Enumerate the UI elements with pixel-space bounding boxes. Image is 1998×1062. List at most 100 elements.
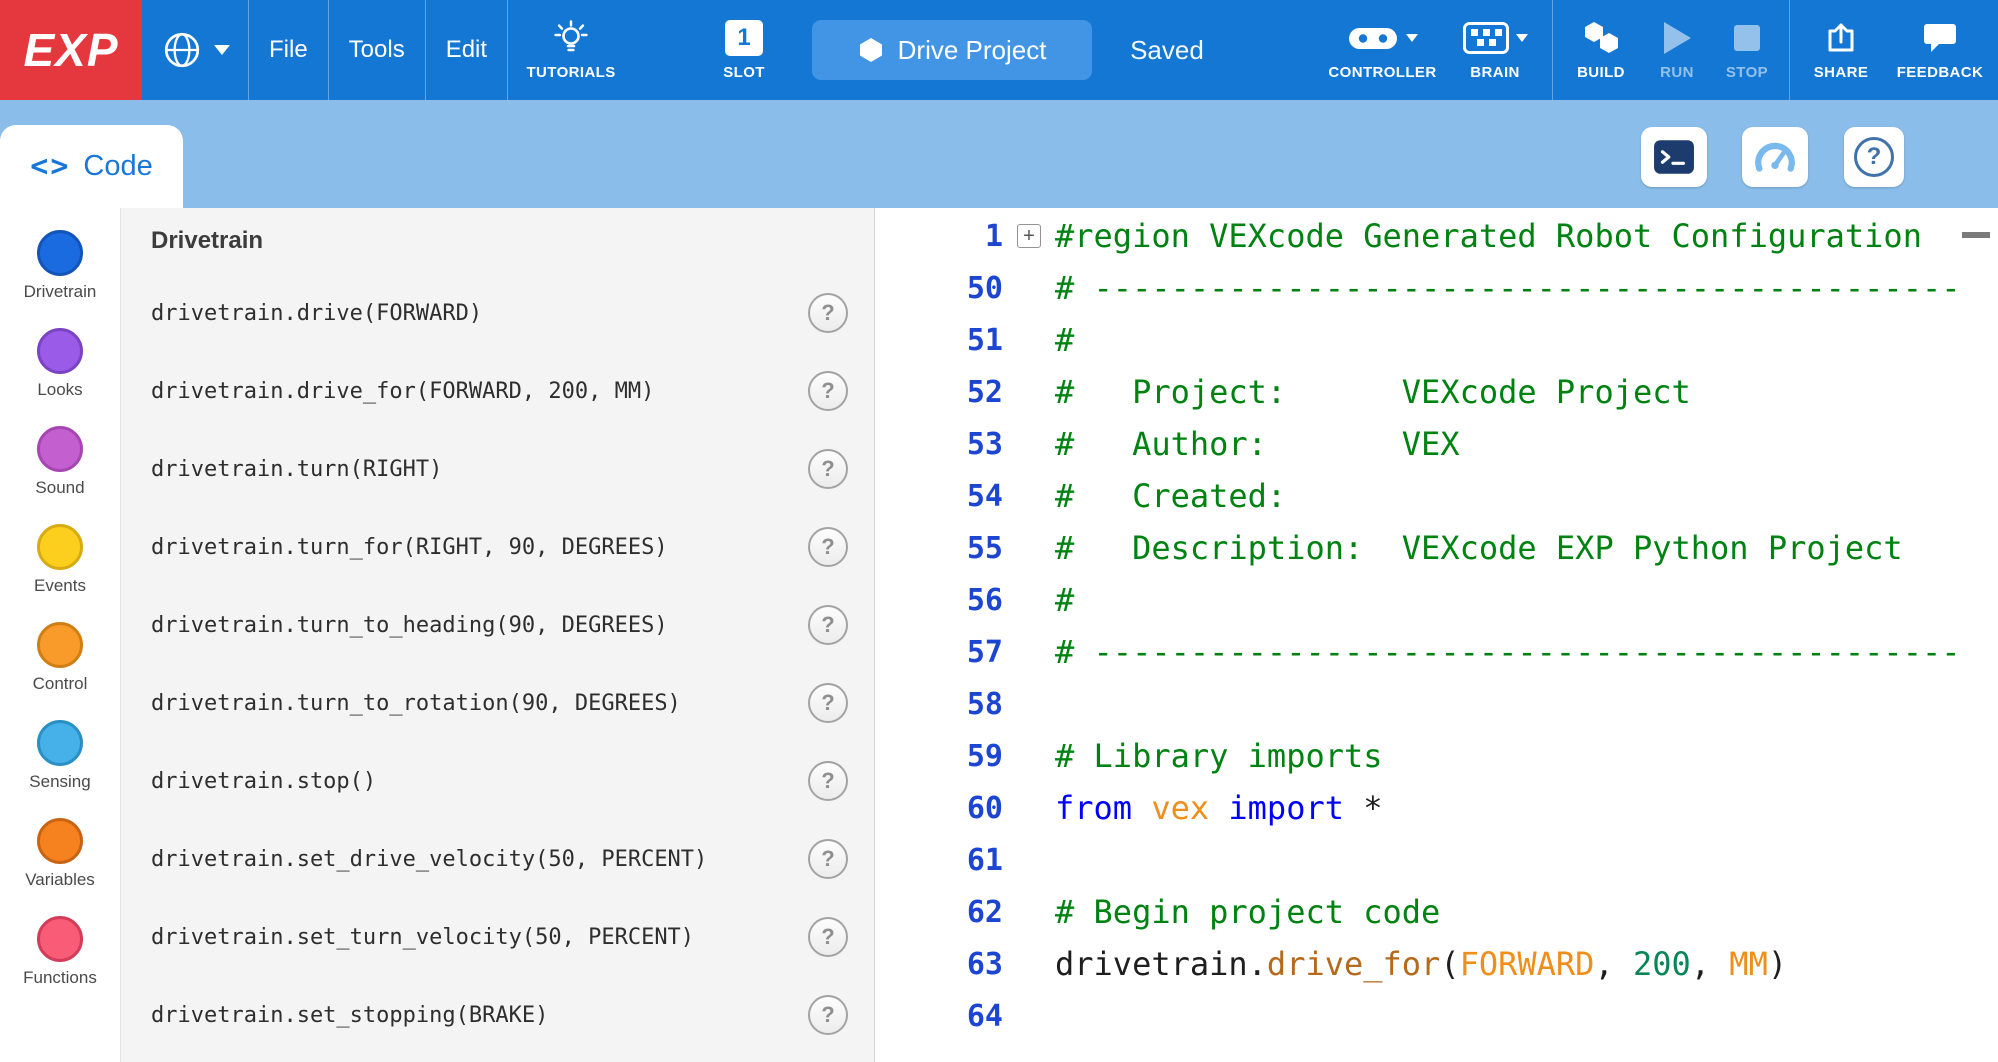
monitor-button[interactable] <box>1742 127 1808 187</box>
command-palette: Drivetrain drivetrain.drive(FORWARD)?dri… <box>120 208 875 1062</box>
project-name-button[interactable]: Drive Project <box>812 20 1092 80</box>
code-text: # <box>1055 581 1074 619</box>
category-label: Control <box>33 674 88 694</box>
palette-row[interactable]: drivetrain.turn_for(RIGHT, 90, DEGREES)? <box>151 508 874 586</box>
menu-tools[interactable]: Tools <box>329 0 425 100</box>
category-label: Variables <box>25 870 95 890</box>
palette-row[interactable]: drivetrain.turn_to_rotation(90, DEGREES)… <box>151 664 874 742</box>
palette-command[interactable]: drivetrain.turn_to_heading(90, DEGREES) <box>151 613 668 638</box>
palette-command[interactable]: drivetrain.turn_to_rotation(90, DEGREES) <box>151 691 681 716</box>
palette-row[interactable]: drivetrain.drive(FORWARD)? <box>151 274 874 352</box>
print-console-button[interactable] <box>1641 127 1707 187</box>
sidebar-item-control[interactable]: Control <box>0 622 120 720</box>
palette-row[interactable]: drivetrain.set_drive_velocity(50, PERCEN… <box>151 820 874 898</box>
palette-command[interactable]: drivetrain.turn_for(RIGHT, 90, DEGREES) <box>151 535 668 560</box>
palette-command[interactable]: drivetrain.drive_for(FORWARD, 200, MM) <box>151 379 654 404</box>
tab-code[interactable]: <> Code <box>0 125 183 208</box>
sidebar-item-looks[interactable]: Looks <box>0 328 120 426</box>
help-button[interactable]: ? <box>808 527 848 567</box>
editor-line: 55 # Description: VEXcode EXP Python Proj… <box>875 522 1998 574</box>
help-button[interactable]: ? <box>808 917 848 957</box>
palette-row[interactable]: drivetrain.turn(RIGHT)? <box>151 430 874 508</box>
editor-line: 50# ------------------------------------… <box>875 262 1998 314</box>
palette-row[interactable]: drivetrain.set_turn_velocity(50, PERCENT… <box>151 898 874 976</box>
sidebar-item-sound[interactable]: Sound <box>0 426 120 524</box>
chevron-down-icon <box>214 45 230 55</box>
tutorials-label: TUTORIALS <box>526 64 615 81</box>
menu-edit[interactable]: Edit <box>426 0 507 100</box>
brain-button[interactable]: BRAIN <box>1450 19 1540 81</box>
controller-button[interactable]: CONTROLLER <box>1325 19 1440 81</box>
palette-header: Drivetrain <box>151 208 874 274</box>
code-editor[interactable]: 1+#region VEXcode Generated Robot Config… <box>875 208 1998 1062</box>
palette-row[interactable]: drivetrain.set_stopping(BRAKE)? <box>151 976 874 1054</box>
editor-line: 51 # <box>875 314 1998 366</box>
run-button[interactable]: RUN <box>1647 19 1707 81</box>
help-button[interactable]: ? <box>808 371 848 411</box>
editor-line: 63drivetrain.drive_for(FORWARD, 200, MM) <box>875 938 1998 990</box>
editor-line: 60from vex import * <box>875 782 1998 834</box>
code-text: drivetrain.drive_for(FORWARD, 200, MM) <box>1055 945 1787 983</box>
help-button[interactable]: ? <box>808 605 848 645</box>
stop-label: STOP <box>1726 64 1768 81</box>
line-number: 51 <box>875 323 1003 358</box>
slot-selector[interactable]: 1 SLOT <box>716 19 772 81</box>
help-button[interactable]: ? <box>808 293 848 333</box>
brain-icon <box>1463 22 1509 54</box>
sidebar-item-events[interactable]: Events <box>0 524 120 622</box>
help-button[interactable]: ? <box>808 683 848 723</box>
stop-icon <box>1734 25 1760 51</box>
help-button[interactable]: ? <box>808 839 848 879</box>
looks-category-icon <box>37 328 83 374</box>
line-number: 58 <box>875 687 1003 722</box>
menu-group: FileToolsEdit <box>248 0 508 100</box>
toolbar-separator <box>1789 0 1790 100</box>
build-button[interactable]: BUILD <box>1565 19 1637 81</box>
palette-row[interactable]: drivetrain.drive_for(FORWARD, 200, MM)? <box>151 352 874 430</box>
line-number: 50 <box>875 271 1003 306</box>
line-number: 55 <box>875 531 1003 566</box>
events-category-icon <box>37 524 83 570</box>
share-button[interactable]: SHARE <box>1802 19 1880 81</box>
line-number: 60 <box>875 791 1003 826</box>
stop-button[interactable]: STOP <box>1717 19 1777 81</box>
fold-expand-icon[interactable]: + <box>1017 224 1041 248</box>
sidebar-item-drivetrain[interactable]: Drivetrain <box>0 230 120 328</box>
code-text: # <box>1055 321 1074 359</box>
palette-row[interactable]: drivetrain.stop()? <box>151 742 874 820</box>
palette-command[interactable]: drivetrain.drive(FORWARD) <box>151 301 482 326</box>
code-text: # Description: VEXcode EXP Python Projec… <box>1055 529 1903 567</box>
tutorials-button[interactable]: TUTORIALS <box>516 19 626 81</box>
help-button[interactable]: ? <box>808 995 848 1035</box>
controller-label: CONTROLLER <box>1328 64 1436 81</box>
help-button-toolbar[interactable]: ? <box>1844 127 1904 187</box>
sidebar-item-sensing[interactable]: Sensing <box>0 720 120 818</box>
language-selector[interactable] <box>162 30 230 70</box>
brain-label: BRAIN <box>1470 64 1520 81</box>
palette-command[interactable]: drivetrain.set_stopping(BRAKE) <box>151 1003 548 1028</box>
line-number: 53 <box>875 427 1003 462</box>
chevron-down-icon <box>1516 34 1528 42</box>
sensing-category-icon <box>37 720 83 766</box>
palette-command[interactable]: drivetrain.turn(RIGHT) <box>151 457 442 482</box>
editor-line: 59# Library imports <box>875 730 1998 782</box>
category-label: Events <box>34 576 86 596</box>
palette-command[interactable]: drivetrain.stop() <box>151 769 376 794</box>
functions-category-icon <box>37 916 83 962</box>
palette-row[interactable]: drivetrain.turn_to_heading(90, DEGREES)? <box>151 586 874 664</box>
slot-number-icon: 1 <box>725 20 763 56</box>
editor-line: 58 <box>875 678 1998 730</box>
help-button[interactable]: ? <box>808 761 848 801</box>
gauge-icon <box>1753 139 1797 175</box>
help-button[interactable]: ? <box>808 449 848 489</box>
editor-line: 64 <box>875 990 1998 1042</box>
category-label: Drivetrain <box>24 282 97 302</box>
tab-bar: <> Code ? <box>0 100 1998 208</box>
line-number: 64 <box>875 999 1003 1034</box>
sidebar-item-functions[interactable]: Functions <box>0 916 120 1014</box>
feedback-button[interactable]: FEEDBACK <box>1890 19 1990 81</box>
menu-file[interactable]: File <box>249 0 328 100</box>
palette-command[interactable]: drivetrain.set_turn_velocity(50, PERCENT… <box>151 925 694 950</box>
sidebar-item-variables[interactable]: Variables <box>0 818 120 916</box>
palette-command[interactable]: drivetrain.set_drive_velocity(50, PERCEN… <box>151 847 707 872</box>
